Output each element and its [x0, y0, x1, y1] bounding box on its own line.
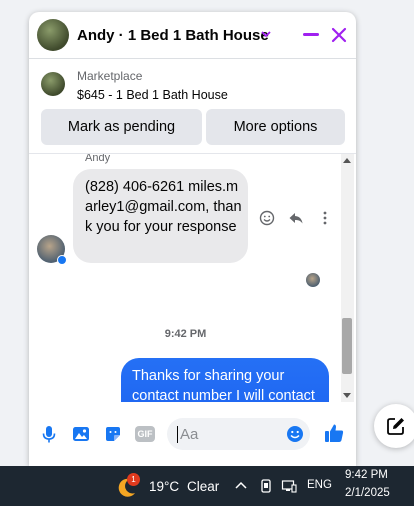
more-options-button[interactable]: More options [206, 109, 345, 145]
more-actions-icon[interactable] [317, 210, 333, 226]
microphone-icon[interactable] [39, 424, 59, 444]
scroll-up-arrow[interactable] [343, 158, 351, 163]
emoji-icon[interactable] [286, 425, 304, 443]
reply-icon[interactable] [288, 210, 304, 226]
chat-window: Andy · 1 Bed 1 Bath House Marketplace $6… [29, 12, 356, 466]
sender-name: Andy [85, 154, 111, 164]
close-icon[interactable] [331, 27, 347, 43]
seen-indicator-avatar [306, 273, 320, 287]
compose-icon [387, 418, 404, 435]
thumbs-up-icon[interactable] [323, 422, 345, 444]
mark-as-pending-button[interactable]: Mark as pending [41, 109, 202, 145]
clock-date[interactable]: 2/1/2025 [345, 487, 390, 499]
windows-taskbar: 1 19°C Clear ENG 9:42 PM 2/1/2025 [0, 466, 414, 506]
marketplace-badge [57, 255, 67, 265]
react-emoji-icon[interactable] [259, 210, 275, 226]
chevron-up-icon[interactable] [233, 478, 249, 494]
photo-icon[interactable] [71, 424, 91, 444]
listing-thumbnail [41, 72, 65, 96]
scroll-down-arrow[interactable] [343, 393, 351, 398]
clock-time[interactable]: 9:42 PM [345, 469, 388, 481]
chevron-down-icon[interactable] [260, 28, 272, 40]
message-composer: GIF Aa [29, 402, 356, 466]
incoming-message-bubble[interactable]: (828) 406-6261 miles.marley1@gmail.com, … [73, 169, 248, 263]
network-icon[interactable] [281, 478, 297, 494]
message-input[interactable]: Aa [167, 418, 310, 450]
listing-source-label: Marketplace [77, 69, 143, 83]
marketplace-listing[interactable]: Marketplace $645 - 1 Bed 1 Bath House [29, 59, 356, 109]
chat-title[interactable]: Andy · 1 Bed 1 Bath House [77, 27, 269, 44]
sticker-icon[interactable] [103, 424, 123, 444]
device-icon[interactable] [258, 478, 274, 494]
gif-button[interactable]: GIF [135, 426, 155, 442]
new-message-button[interactable] [374, 404, 414, 448]
message-thread: Andy (828) 406-6261 miles.marley1@gmail.… [29, 154, 356, 402]
scrollbar-thumb[interactable] [342, 318, 352, 374]
input-language[interactable]: ENG [307, 479, 332, 491]
minimize-button[interactable] [303, 33, 319, 36]
message-timestamp: 9:42 PM [164, 328, 207, 340]
weather-notification-badge: 1 [127, 473, 140, 486]
message-input-placeholder: Aa [177, 426, 198, 443]
contact-avatar[interactable] [37, 19, 69, 51]
listing-title: $645 - 1 Bed 1 Bath House [77, 88, 228, 102]
outgoing-message-bubble[interactable]: Thanks for sharing your contact number I… [121, 358, 329, 402]
weather-condition[interactable]: Clear [187, 479, 219, 494]
weather-temperature[interactable]: 19°C [149, 479, 179, 494]
incoming-message-text: (828) 406-6261 miles.marley1@gmail.com, … [85, 179, 242, 235]
outgoing-message-text: Thanks for sharing your contact number I… [132, 368, 315, 402]
chat-header: Andy · 1 Bed 1 Bath House [29, 12, 356, 59]
